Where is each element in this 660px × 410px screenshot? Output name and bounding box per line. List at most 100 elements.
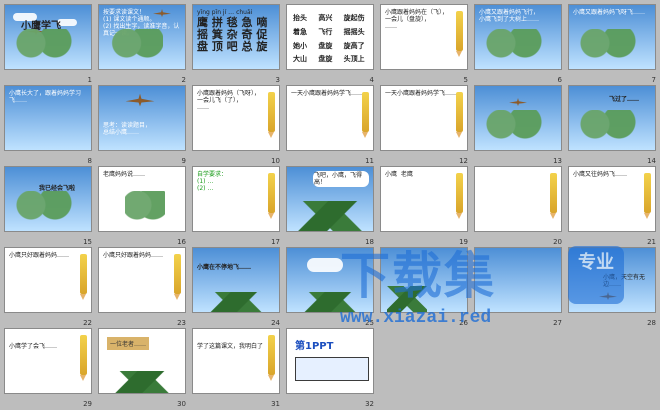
slide-32[interactable]: 第1PPT <box>286 328 374 394</box>
slide-12[interactable]: 一天小鹰跟着妈妈学飞…… <box>380 85 468 151</box>
slide-23[interactable]: 小鹰只好跟着妈妈…… <box>98 247 186 313</box>
slide-14[interactable]: 飞过了…… <box>568 85 656 151</box>
slide-9[interactable]: 思考：读读题目， 总结小鹰…… <box>98 85 186 151</box>
slide-thumb-5[interactable]: 小鹰跟着妈妈在（飞）， 一会儿（盘旋）， …… 5 <box>380 4 470 84</box>
slide-12-text: 一天小鹰跟着妈妈学飞…… <box>385 90 458 97</box>
slide-8[interactable]: 小鹰长大了，跟着妈妈学习飞…… <box>4 85 92 151</box>
slide-thumb-27[interactable]: 27 <box>474 247 564 327</box>
slide-5[interactable]: 小鹰跟着妈妈在（飞）， 一会儿（盘旋）， …… <box>380 4 468 70</box>
slide-thumb-22[interactable]: 小鹰只好跟着妈妈…… 22 <box>4 247 94 327</box>
slide-5-text: 小鹰跟着妈妈在（飞）， 一会儿（盘旋）， …… <box>385 9 449 30</box>
ppt-banner <box>295 357 369 381</box>
slide-number: 20 <box>553 238 562 246</box>
slide-27[interactable] <box>474 247 562 313</box>
slide-31-text: 学了这篇课文，我明白了 <box>197 343 264 350</box>
slide-thumb-16[interactable]: 老鹰妈妈说…… 16 <box>98 166 188 246</box>
slide-thumb-2[interactable]: 按要求读课文！ (1) 课文读个通顺。 (2) 找出生字，读准字音，认真记一读。… <box>98 4 188 84</box>
slide-4-words: 抬头 高兴 旋起伤 着急 飞行 摇摇头 她小 盘旋 旋高了 大山 盘旋 头顶上 <box>293 13 367 65</box>
slide-thumb-29[interactable]: 小鹰学了会飞…… 29 <box>4 328 94 408</box>
slide-number: 28 <box>647 319 656 327</box>
slide-30-text: 一位老者…… <box>107 337 150 350</box>
slide-21[interactable]: 小鹰又往妈妈飞…… <box>568 166 656 232</box>
slide-thumb-8[interactable]: 小鹰长大了，跟着妈妈学习飞…… 8 <box>4 85 94 165</box>
slide-20[interactable] <box>474 166 562 232</box>
slide-thumb-18[interactable]: 飞吧，小鹰，飞得高！ 18 <box>286 166 376 246</box>
slide-thumb-19[interactable]: 小鹰 老鹰 19 <box>380 166 470 246</box>
slide-9-text: 思考：读读题目， 总结小鹰…… <box>103 122 152 136</box>
slide-thumb-6[interactable]: 小鹰又跟着妈妈飞行， 小鹰飞到了大树上…… 6 <box>474 4 564 84</box>
slide-3-pinyin: yīng pīn jí … chuāi <box>197 9 253 16</box>
slide-29[interactable]: 小鹰学了会飞…… <box>4 328 92 394</box>
slide-4[interactable]: 抬头 高兴 旋起伤 着急 飞行 摇摇头 她小 盘旋 旋高了 大山 盘旋 头顶上 <box>286 4 374 70</box>
slide-number: 27 <box>553 319 562 327</box>
slide-thumb-13[interactable]: 13 <box>474 85 564 165</box>
slide-thumb-4[interactable]: 抬头 高兴 旋起伤 着急 飞行 摇摇头 她小 盘旋 旋高了 大山 盘旋 头顶上 … <box>286 4 376 84</box>
slide-number: 32 <box>365 400 374 408</box>
slide-number: 13 <box>553 157 562 165</box>
slide-24[interactable]: 小鹰在不停地飞…… <box>192 247 280 313</box>
slide-number: 5 <box>463 76 468 84</box>
slide-24-text: 小鹰在不停地飞…… <box>197 264 252 271</box>
slide-30[interactable]: 一位老者…… <box>98 328 186 394</box>
slide-19[interactable]: 小鹰 老鹰 <box>380 166 468 232</box>
slide-thumb-12[interactable]: 一天小鹰跟着妈妈学飞…… 12 <box>380 85 470 165</box>
slide-thumb-32[interactable]: 第1PPT 32 <box>286 328 376 408</box>
slide-number: 23 <box>177 319 186 327</box>
slide-22-text: 小鹰只好跟着妈妈…… <box>9 252 70 259</box>
slide-thumb-28[interactable]: 小鹰，天空有无边…… 28 <box>568 247 658 327</box>
slide-26[interactable] <box>380 247 468 313</box>
slide-31[interactable]: 学了这篇课文，我明白了 <box>192 328 280 394</box>
slide-15[interactable]: 我已经会飞啦 <box>4 166 92 232</box>
slide-number: 4 <box>369 76 374 84</box>
slide-thumb-31[interactable]: 学了这篇课文，我明白了 31 <box>192 328 282 408</box>
slide-thumb-11[interactable]: 一天小鹰跟着妈妈学飞…… 11 <box>286 85 376 165</box>
slide-thumb-20[interactable]: 20 <box>474 166 564 246</box>
word: 旋高了 <box>343 41 365 50</box>
slide-thumb-23[interactable]: 小鹰只好跟着妈妈…… 23 <box>98 247 188 327</box>
slide-thumb-7[interactable]: 小鹰又跟着妈妈飞呀飞…… 7 <box>568 4 658 84</box>
slide-6[interactable]: 小鹰又跟着妈妈飞行， 小鹰飞到了大树上…… <box>474 4 562 70</box>
slide-16-text: 老鹰妈妈说…… <box>103 171 146 178</box>
slide-21-text: 小鹰又往妈妈飞…… <box>573 171 628 178</box>
slide-7[interactable]: 小鹰又跟着妈妈飞呀飞…… <box>568 4 656 70</box>
slide-18[interactable]: 飞吧，小鹰，飞得高！ <box>286 166 374 232</box>
slide-thumb-3[interactable]: yīng pīn jí … chuāi 鹰 拼 毯 急 嘀 摇 箕 杂 奇 促 … <box>192 4 282 84</box>
slide-25[interactable] <box>286 247 374 313</box>
slide-thumb-30[interactable]: 一位老者…… 30 <box>98 328 188 408</box>
slide-thumb-24[interactable]: 小鹰在不停地飞…… 24 <box>192 247 282 327</box>
slide-thumb-9[interactable]: 思考：读读题目， 总结小鹰…… 9 <box>98 85 188 165</box>
slide-22[interactable]: 小鹰只好跟着妈妈…… <box>4 247 92 313</box>
slide-thumb-10[interactable]: 小鹰跟着妈妈（飞呀）， 一会儿飞（了）， …… 10 <box>192 85 282 165</box>
word: 摇摇头 <box>343 27 365 36</box>
word: 她小 <box>293 41 307 50</box>
slide-18-text: 飞吧，小鹰，飞得高！ <box>313 171 369 187</box>
slide-thumb-15[interactable]: 我已经会飞啦 15 <box>4 166 94 246</box>
slide-thumb-26[interactable]: 26 <box>380 247 470 327</box>
slide-3[interactable]: yīng pīn jí … chuāi 鹰 拼 毯 急 嘀 摇 箕 杂 奇 促 … <box>192 4 280 70</box>
slide-thumb-17[interactable]: 自学要求： (1) … (2) … 17 <box>192 166 282 246</box>
slide-17[interactable]: 自学要求： (1) … (2) … <box>192 166 280 232</box>
slide-number: 11 <box>365 157 374 165</box>
slide-16[interactable]: 老鹰妈妈说…… <box>98 166 186 232</box>
slide-number: 17 <box>271 238 280 246</box>
slide-number: 10 <box>271 157 280 165</box>
slide-number: 19 <box>459 238 468 246</box>
slide-28[interactable]: 小鹰，天空有无边…… <box>568 247 656 313</box>
slide-11[interactable]: 一天小鹰跟着妈妈学飞…… <box>286 85 374 151</box>
slide-thumb-25[interactable]: 25 <box>286 247 376 327</box>
word: 盘旋 <box>318 55 333 64</box>
slide-2[interactable]: 按要求读课文！ (1) 课文读个通顺。 (2) 找出生字，读准字音，认真记一读。 <box>98 4 186 70</box>
slide-13[interactable] <box>474 85 562 151</box>
slide-grid: 小鹰学飞 1 按要求读课文！ (1) 课文读个通顺。 (2) 找出生字，读准字音… <box>4 4 658 408</box>
slide-11-text: 一天小鹰跟着妈妈学飞…… <box>291 90 364 97</box>
slide-10-text: 小鹰跟着妈妈（飞呀）， 一会儿飞（了）， …… <box>197 90 261 111</box>
slide-1[interactable]: 小鹰学飞 <box>4 4 92 70</box>
slide-10[interactable]: 小鹰跟着妈妈（飞呀）， 一会儿飞（了）， …… <box>192 85 280 151</box>
slide-number: 31 <box>271 400 280 408</box>
slide-number: 25 <box>365 319 374 327</box>
slide-thumb-21[interactable]: 小鹰又往妈妈飞…… 21 <box>568 166 658 246</box>
slide-thumb-14[interactable]: 飞过了…… 14 <box>568 85 658 165</box>
slide-number: 24 <box>271 319 280 327</box>
slide-thumb-1[interactable]: 小鹰学飞 1 <box>4 4 94 84</box>
slide-number: 2 <box>181 76 186 84</box>
